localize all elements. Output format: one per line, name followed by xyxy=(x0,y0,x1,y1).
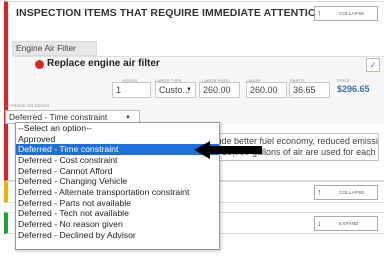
option-deferred-alternate-transportation[interactable]: Deferred - Alternate transportation cons… xyxy=(16,187,219,198)
panel-title: INSPECTION ITEMS THAT REQUIRE IMMEDIATE … xyxy=(16,7,324,19)
option-deferred-declined-by-advisor[interactable]: Deferred - Declined by Advisor xyxy=(16,230,219,241)
price-value: $296.65 xyxy=(337,84,370,94)
col-label-price: PRICE xyxy=(337,78,351,83)
parts-input[interactable]: 36.65 xyxy=(289,82,330,98)
approve-label: APPROVE OR DEFER xyxy=(5,103,50,108)
option-deferred-no-reason[interactable]: Deferred - No reason given xyxy=(16,219,219,230)
hours-input[interactable]: 1 xyxy=(112,82,151,98)
option-deferred-time-constraint[interactable]: Deferred - Time constraint xyxy=(16,144,219,155)
option-deferred-cannot-afford[interactable]: Deferred - Cannot Afford xyxy=(16,166,219,177)
option-select-prompt[interactable]: --Select an option-- xyxy=(16,123,219,134)
arrow-up-icon: ↑ xyxy=(317,187,322,197)
labor-type-select[interactable]: Custo... ▼ xyxy=(155,82,196,98)
annotation-arrow-icon xyxy=(194,141,262,159)
collapse-button[interactable]: ↑ COLLAPSE xyxy=(314,185,378,200)
arrow-up-icon: ↑ xyxy=(317,8,322,18)
arrow-down-icon: ↓ xyxy=(317,218,322,228)
status-dot-icon xyxy=(35,60,44,69)
option-deferred-tech-not-available[interactable]: Deferred - Tech not available xyxy=(16,208,219,219)
option-deferred-changing-vehicle[interactable]: Deferred - Changing Vehicle xyxy=(16,176,219,187)
option-deferred-parts-not-available[interactable]: Deferred - Parts not available xyxy=(16,198,219,209)
item-checkbox[interactable]: ✓ xyxy=(366,58,380,72)
approve-defer-options: --Select an option-- Approved Deferred -… xyxy=(15,122,220,250)
labor-rate-input[interactable]: 260.00 xyxy=(199,82,240,98)
collapse-button[interactable]: ↑ COLLAPSE xyxy=(314,6,378,21)
immediate-attention-header: INSPECTION ITEMS THAT REQUIRE IMMEDIATE … xyxy=(4,0,384,30)
caret-down-icon: ▼ xyxy=(186,87,192,93)
expand-label: EXPAND xyxy=(339,221,359,226)
approve-selected-value: Deferred - Time constraint xyxy=(9,112,108,122)
expand-button[interactable]: ↓ EXPAND xyxy=(314,216,378,231)
labor-input[interactable]: 260.00 xyxy=(246,82,287,98)
collapse-label: COLLAPSE xyxy=(339,190,365,195)
check-icon: ✓ xyxy=(369,60,377,70)
option-approved[interactable]: Approved xyxy=(16,134,219,145)
category-tag: Engine Air Filter xyxy=(12,41,97,56)
collapse-label: COLLAPSE xyxy=(339,11,365,16)
item-title: Replace engine air filter xyxy=(47,58,160,69)
option-deferred-cost-constraint[interactable]: Deferred - Cost constraint xyxy=(16,155,219,166)
